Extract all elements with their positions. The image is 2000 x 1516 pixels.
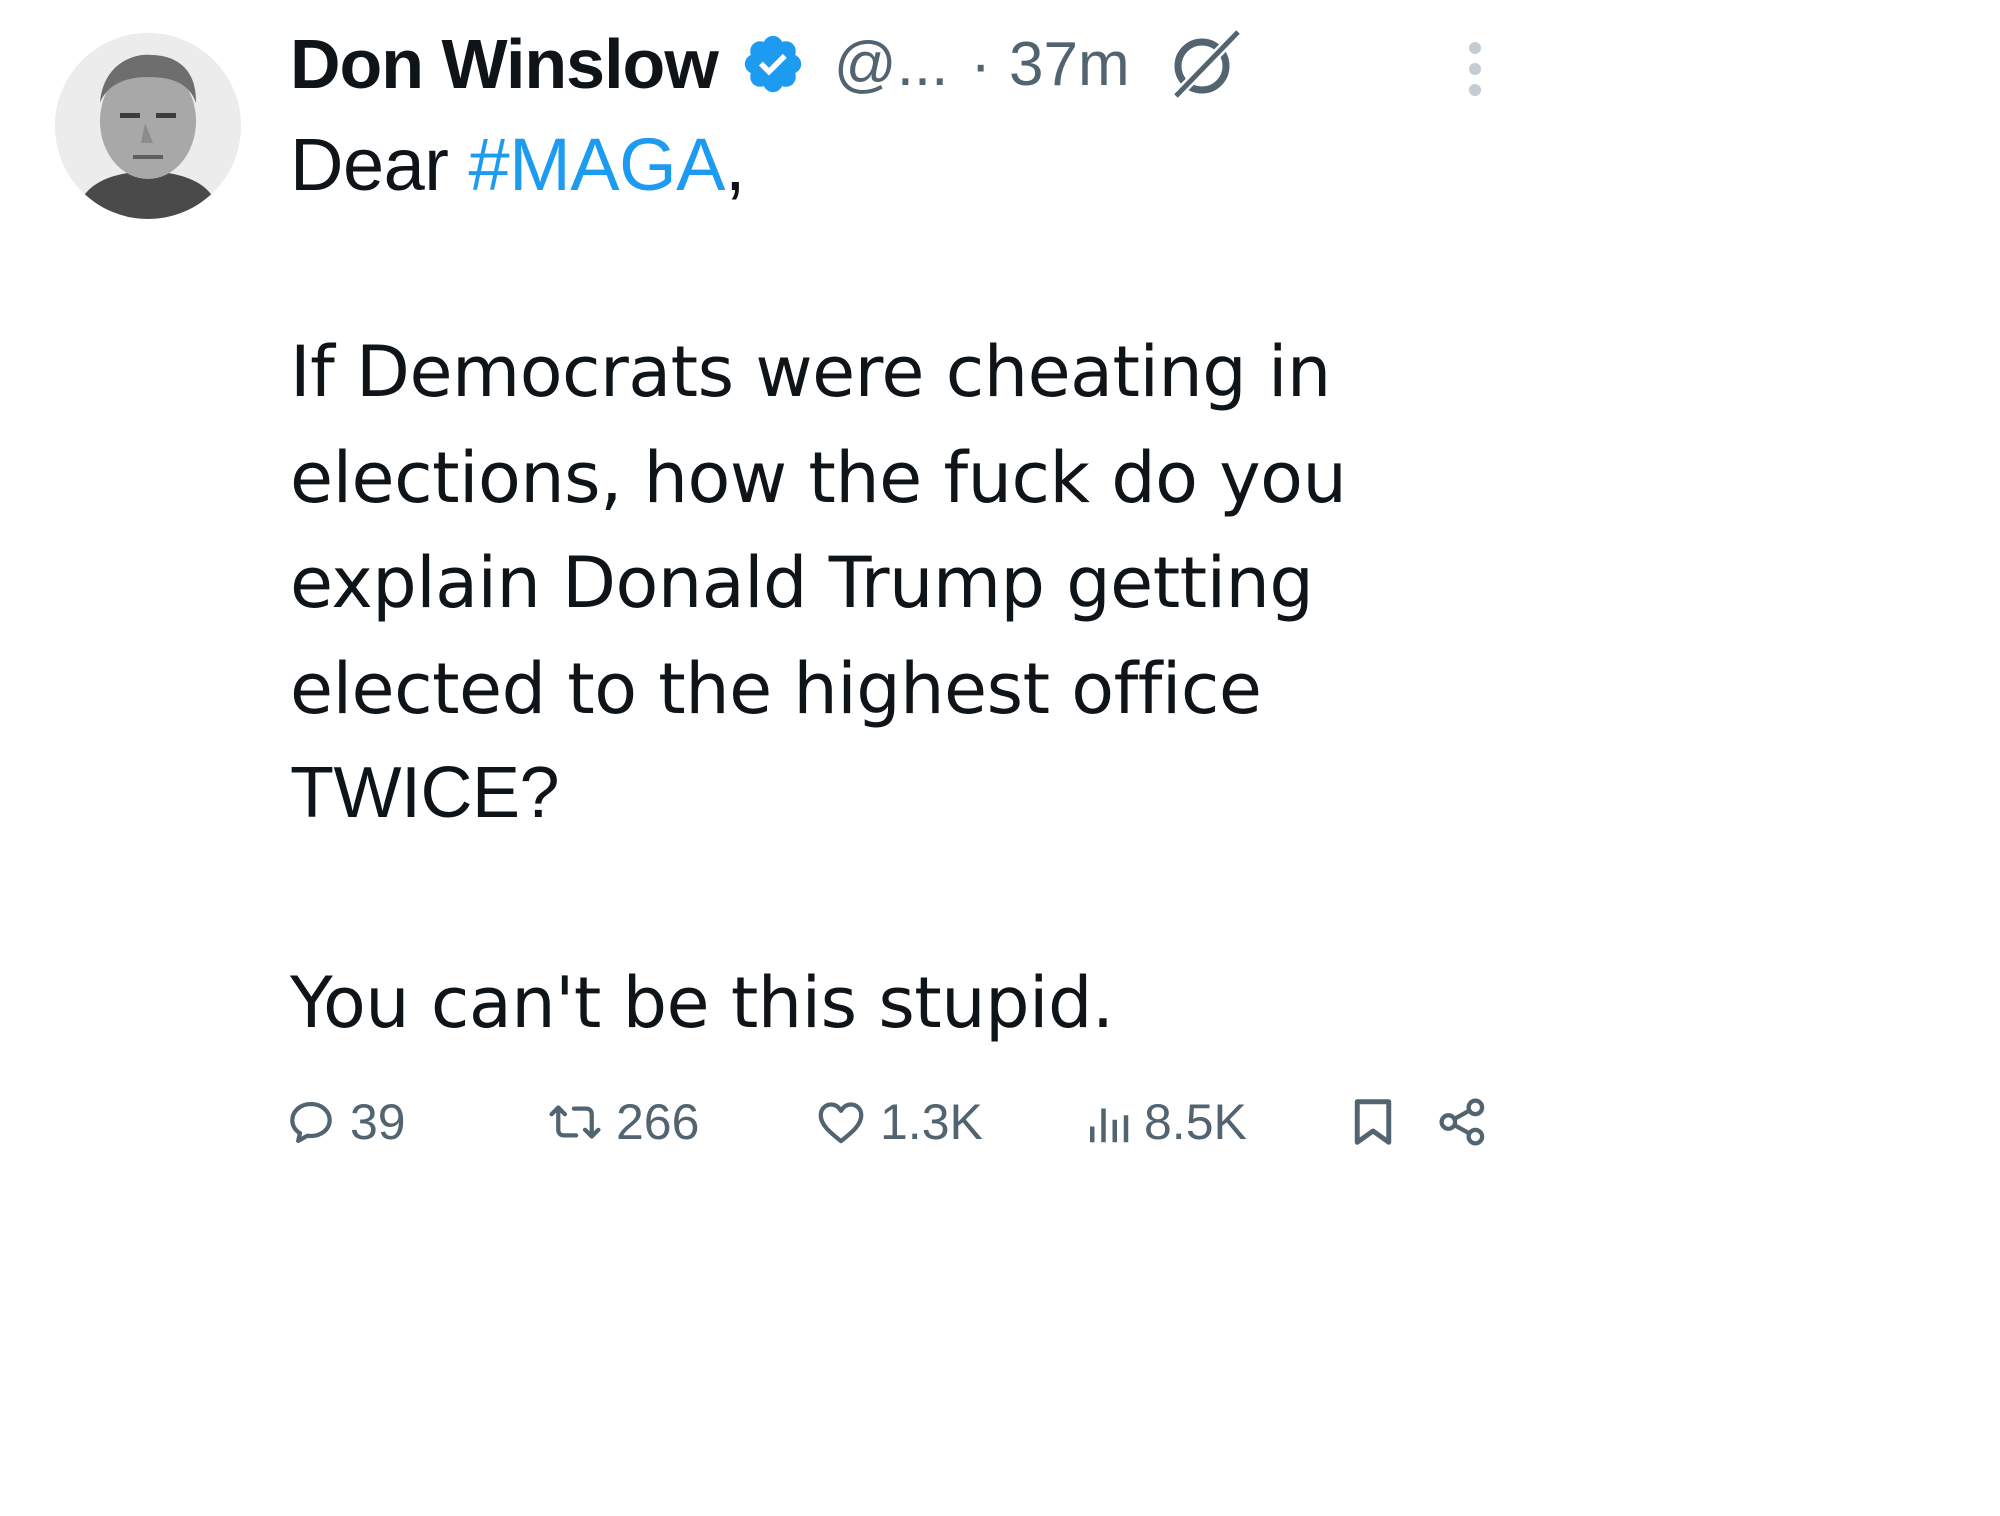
share-button[interactable]	[1436, 1090, 1490, 1154]
like-button[interactable]: 1.3K	[814, 1090, 983, 1154]
like-count: 1.3K	[880, 1094, 983, 1150]
timestamp[interactable]: 37m	[1009, 29, 1130, 100]
heart-icon	[814, 1095, 868, 1149]
greeting-prefix: Dear	[290, 123, 469, 206]
tweet-body-line: explain Donald Trump getting	[290, 542, 1314, 624]
profile-photo	[55, 33, 241, 219]
avatar[interactable]	[55, 33, 241, 219]
reply-count: 39	[350, 1094, 406, 1150]
author-name[interactable]: Don Winslow	[290, 24, 719, 104]
tweet-body-line: elected to the highest office	[290, 648, 1262, 730]
repost-button[interactable]: 266	[546, 1090, 699, 1154]
tweet-header: Don Winslow @... · 37m	[290, 22, 1246, 106]
tweet-body-line: elections, how the fuck do you	[290, 437, 1347, 519]
tweet-body-line: TWICE?	[290, 753, 560, 833]
reply-button[interactable]: 39	[284, 1090, 406, 1154]
hashtag-link[interactable]: #MAGA	[468, 123, 725, 206]
grok-icon[interactable]	[1166, 24, 1246, 104]
separator-dot: ·	[970, 29, 992, 99]
tweet-body-line: If Democrats were cheating in	[290, 331, 1331, 413]
share-icon	[1436, 1095, 1490, 1149]
more-options-icon[interactable]	[1460, 38, 1490, 108]
tweet-closing-line: You can't be this stupid.	[290, 962, 1114, 1044]
bookmark-button[interactable]	[1350, 1090, 1396, 1154]
repost-icon	[546, 1095, 604, 1149]
greeting-suffix: ,	[725, 123, 746, 206]
author-handle[interactable]: @...	[834, 29, 949, 100]
tweet-greeting: Dear #MAGA,	[290, 122, 746, 207]
repost-count: 266	[616, 1094, 700, 1150]
reply-icon	[284, 1095, 338, 1149]
views-count: 8.5K	[1144, 1094, 1247, 1150]
action-bar: 39 266 1.3K 8.5K	[284, 1090, 1494, 1154]
views-chart-icon	[1084, 1095, 1132, 1149]
views-button[interactable]: 8.5K	[1084, 1090, 1247, 1154]
bookmark-icon	[1350, 1095, 1396, 1149]
verified-badge-icon	[740, 31, 806, 97]
